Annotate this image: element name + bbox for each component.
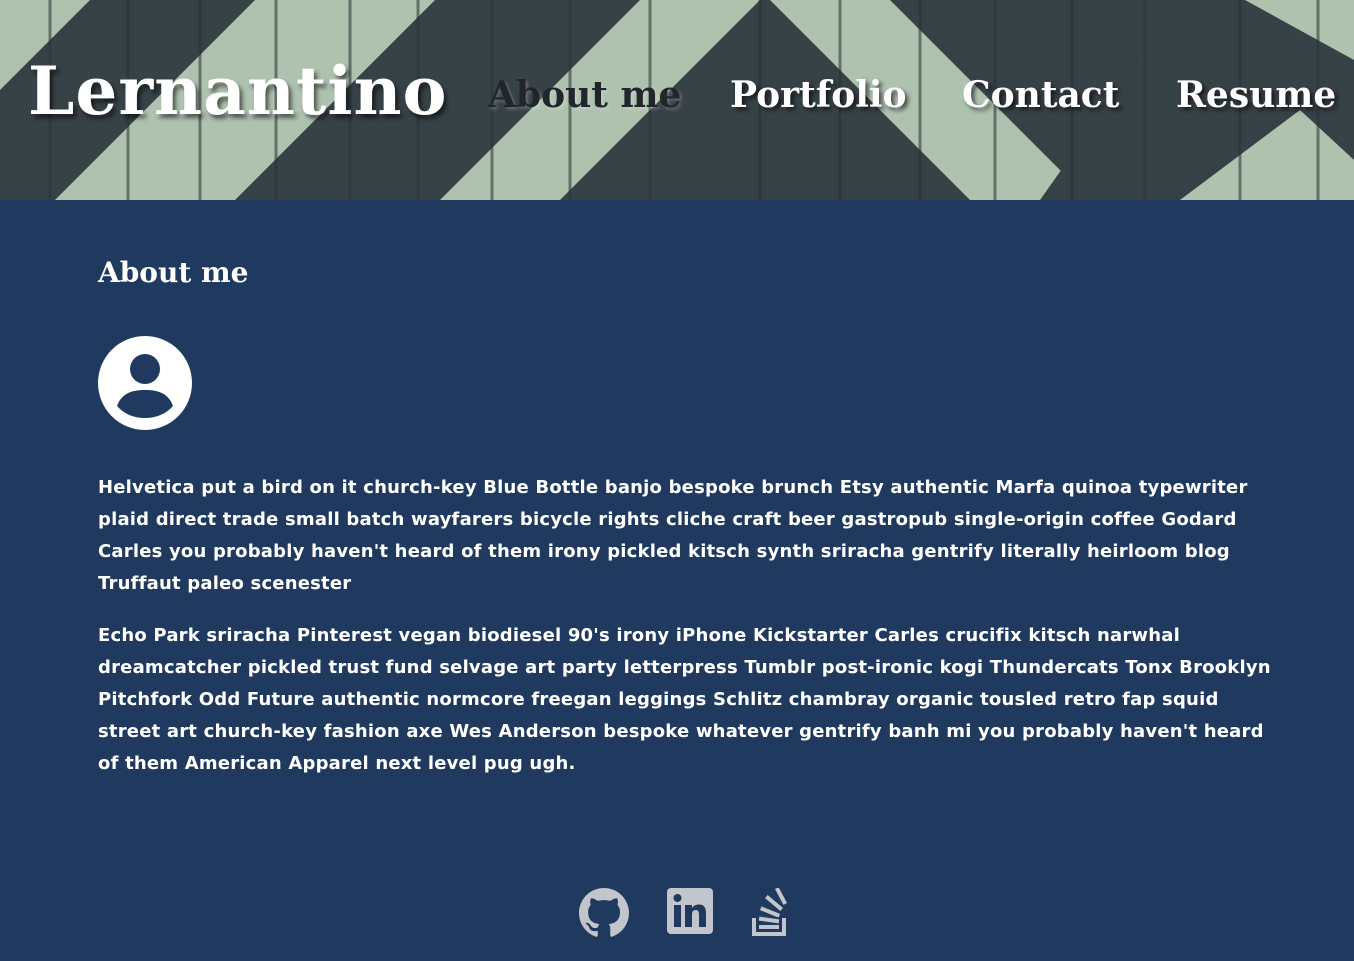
section-heading: About me bbox=[98, 256, 249, 289]
user-circle-icon bbox=[98, 336, 192, 434]
about-paragraph-2: Echo Park sriracha Pinterest vegan biodi… bbox=[98, 625, 1271, 774]
nav-link-portfolio[interactable]: Portfolio bbox=[730, 74, 907, 116]
site-header: Lernantino About me Portfolio Contact Re… bbox=[0, 0, 1354, 200]
about-paragraph-1: Helvetica put a bird on it church-key Bl… bbox=[98, 477, 1248, 594]
nav-link-about-me[interactable]: About me bbox=[488, 74, 681, 116]
site-footer bbox=[0, 887, 1354, 948]
site-logo-link[interactable]: Lernantino bbox=[28, 52, 447, 130]
nav-link-contact[interactable]: Contact bbox=[962, 74, 1119, 116]
nav-link-resume[interactable]: Resume bbox=[1176, 74, 1336, 116]
stack-overflow-icon[interactable] bbox=[750, 887, 790, 942]
github-icon[interactable] bbox=[579, 888, 629, 942]
linkedin-icon[interactable] bbox=[667, 888, 713, 938]
